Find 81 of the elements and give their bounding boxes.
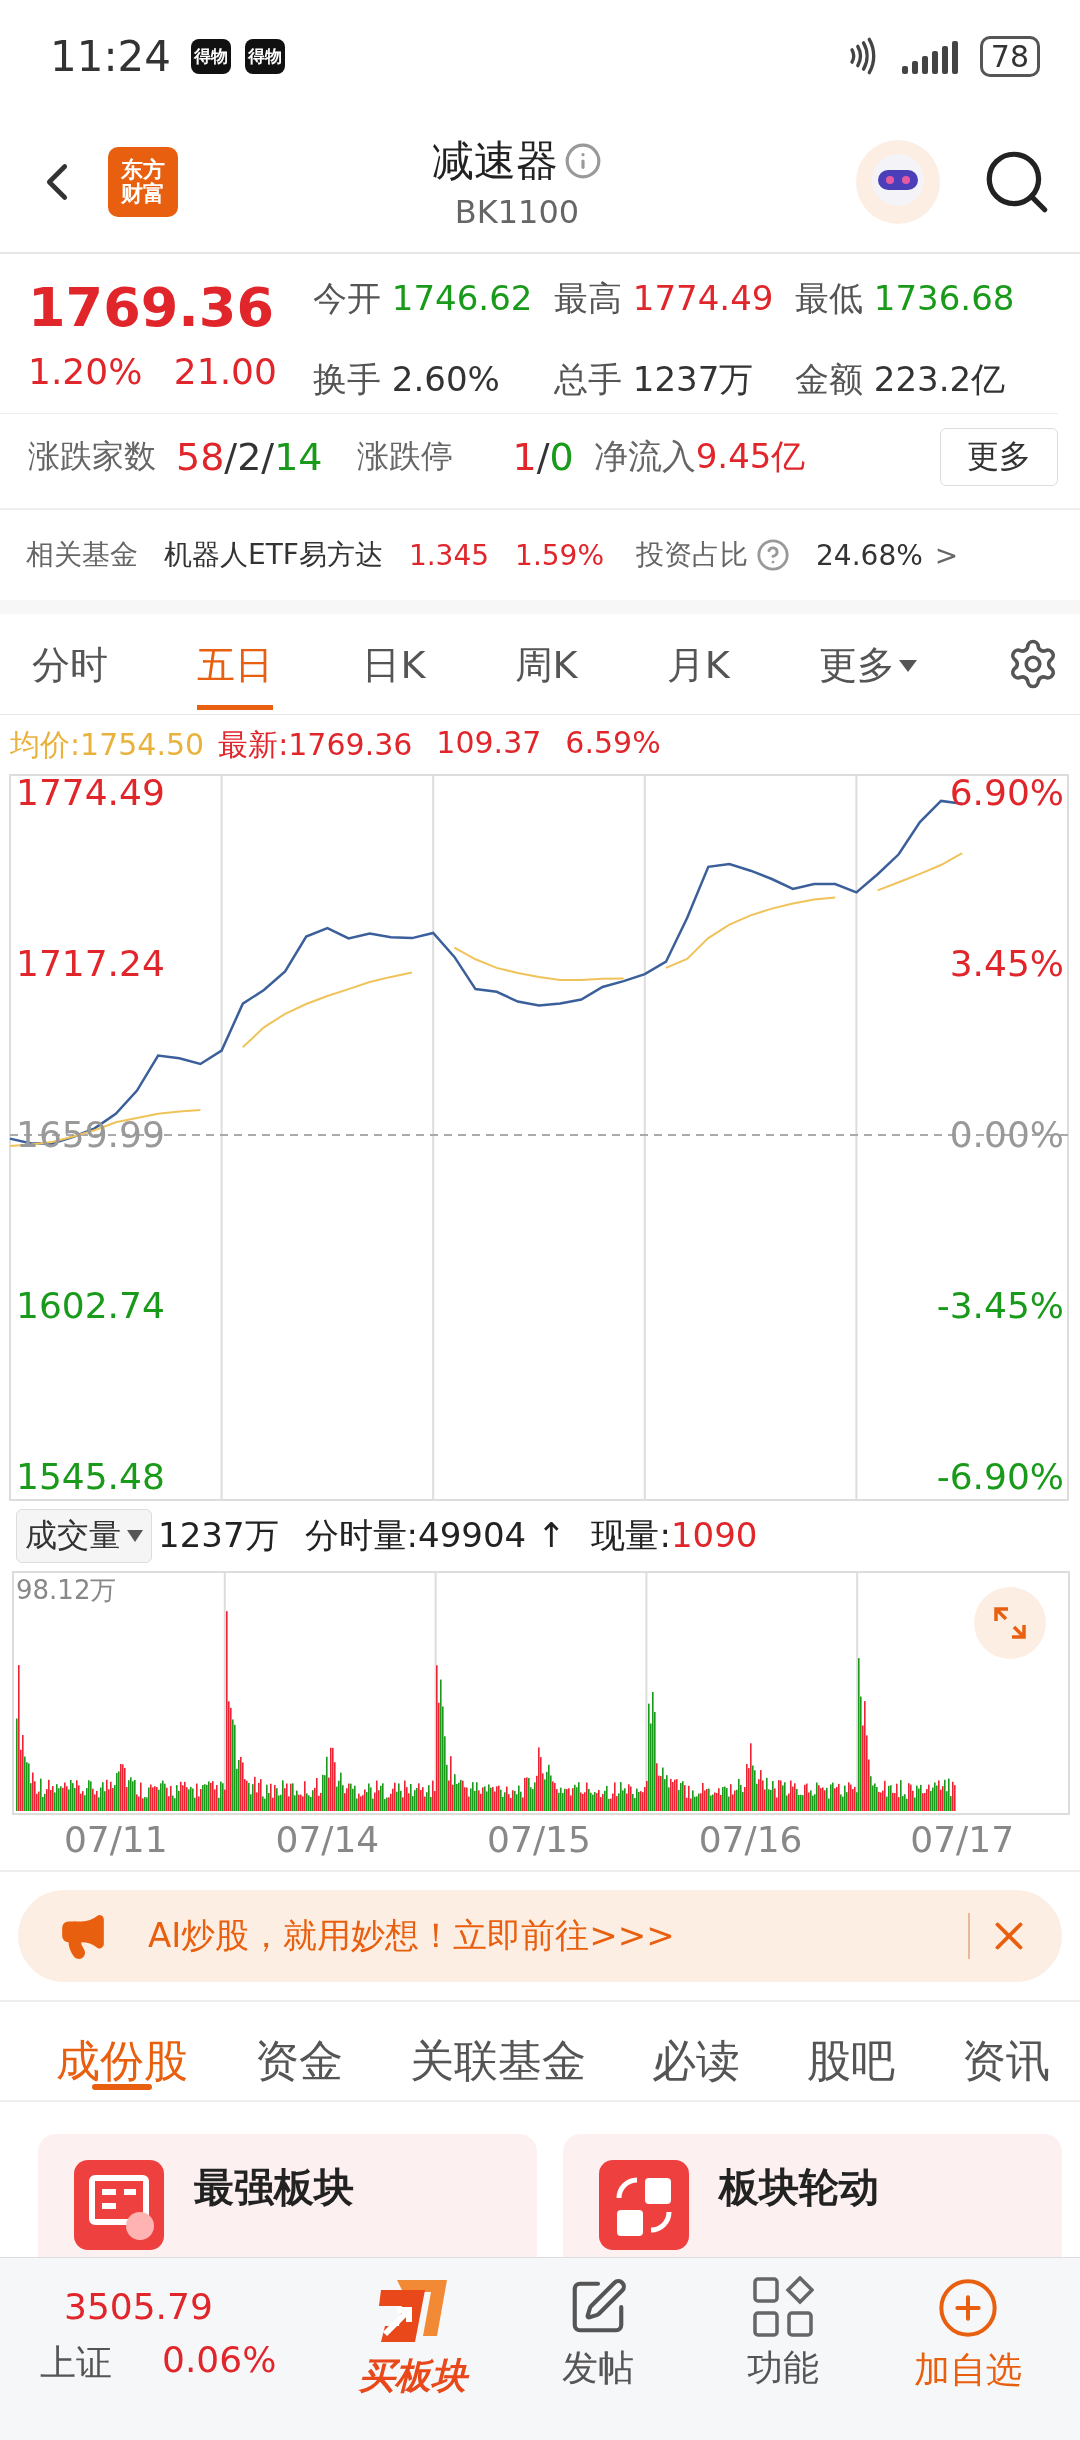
change-value: 109.37 xyxy=(436,725,542,762)
index-name: 上证 xyxy=(40,2341,112,2385)
card-title: 板块轮动 xyxy=(719,2163,879,2212)
quote-stat: 总手 1237万 xyxy=(554,358,755,401)
caret-icon xyxy=(127,1530,143,1542)
fund-price: 1.345 xyxy=(408,538,490,572)
bottom-nav-item[interactable]: 发帖 xyxy=(505,2258,690,2440)
status-time: 11:24 xyxy=(50,31,172,81)
section-tab[interactable]: 关联基金 xyxy=(409,2002,586,2100)
volume-total: 1237万 xyxy=(158,1514,279,1557)
section-tab[interactable]: 股吧 xyxy=(807,2002,896,2100)
percent-label: 3.45% xyxy=(949,943,1064,985)
banner-text: AI炒股，就用妙想！立即前往>>> xyxy=(148,1914,676,1957)
app-badge: 得物 xyxy=(245,38,286,74)
section-tab[interactable]: 资讯 xyxy=(962,2002,1050,2100)
quote-stat: 最低 1736.68 xyxy=(795,277,1016,320)
index-change: 0.06% xyxy=(162,2339,277,2382)
caret-icon xyxy=(898,659,917,672)
tick-volume: 分时量:49904 ↑ xyxy=(304,1514,566,1557)
section-tab[interactable]: 必读 xyxy=(652,2002,741,2100)
percent-label: 6.90% xyxy=(949,774,1064,814)
volume-max-label: 98.12万 xyxy=(16,1574,117,1607)
y-axis-label: 1545.48 xyxy=(16,1455,165,1497)
board-code: BK1100 xyxy=(454,193,580,231)
limit-label: 涨跌停 xyxy=(356,436,453,477)
rotation-icon xyxy=(599,2160,689,2250)
change-percent: 6.59% xyxy=(565,725,661,762)
card-title: 最强板块 xyxy=(194,2163,354,2212)
y-axis-label: 1774.49 xyxy=(16,774,165,814)
board-icon xyxy=(74,2160,164,2250)
fund-name[interactable]: 机器人ETF易方达 xyxy=(164,536,383,574)
feature-card[interactable]: 板块轮动 xyxy=(563,2134,1062,2257)
volume-selector[interactable]: 成交量 xyxy=(16,1509,152,1563)
tab-underline xyxy=(92,2084,152,2090)
info-icon[interactable] xyxy=(564,142,602,180)
breadth-value: 58/2/14 xyxy=(176,435,323,479)
chevron-glyph[interactable]: > xyxy=(934,538,959,572)
date-label: 07/14 xyxy=(275,1819,380,1860)
price-change: 1.20% 21.00 xyxy=(28,350,278,392)
quote-stat: 最高 1774.49 xyxy=(554,277,775,320)
average-price: 均价:1754.50 xyxy=(10,726,205,764)
net-inflow: 净流入9.45亿 xyxy=(593,435,806,478)
chart-tab[interactable]: 分时 xyxy=(32,618,108,710)
bottom-nav-item[interactable]: 功能 xyxy=(690,2258,875,2440)
section-tab[interactable]: 资金 xyxy=(254,2002,343,2100)
current-volume: 现量:1090 xyxy=(591,1514,758,1557)
chart-tab[interactable]: 周K xyxy=(514,618,578,710)
percent-label: -6.90% xyxy=(936,1455,1064,1497)
limit-value: 1/0 xyxy=(512,435,574,479)
y-axis-label: 1717.24 xyxy=(16,943,165,985)
breadth-label: 涨跌家数 xyxy=(28,436,156,477)
app-badge: 得物 xyxy=(191,38,232,74)
fund-label: 相关基金 xyxy=(26,537,138,573)
date-label: 07/17 xyxy=(910,1819,1015,1860)
bottom-nav-item[interactable]: 买板块 xyxy=(320,2258,505,2440)
chart-tab[interactable]: 更多 xyxy=(818,618,917,710)
date-label: 07/15 xyxy=(487,1819,591,1860)
quote-stat: 金额 223.2亿 xyxy=(795,358,1007,401)
share-value: 24.68% xyxy=(816,538,923,572)
fund-change: 1.59% xyxy=(515,538,605,572)
latest-price: 最新:1769.36 xyxy=(218,726,413,764)
percent-label: 0.00% xyxy=(949,1114,1064,1156)
page-title: 减速器 xyxy=(432,135,558,187)
robot-avatar-icon[interactable] xyxy=(856,140,940,224)
app-logo: 东方 财富 xyxy=(108,147,178,217)
current-price: 1769.36 xyxy=(28,276,275,339)
index-value: 3505.79 xyxy=(64,2286,214,2327)
battery-level: 78 xyxy=(979,35,1040,77)
date-label: 07/16 xyxy=(698,1819,803,1860)
apps-icon xyxy=(751,2276,814,2338)
date-label: 07/11 xyxy=(63,1819,168,1860)
quote-stat: 换手 2.60% xyxy=(313,358,501,401)
help-icon[interactable] xyxy=(756,538,791,572)
more-button[interactable]: 更多 xyxy=(940,428,1058,486)
chart-tab[interactable]: 月K xyxy=(666,618,730,710)
chart-tab[interactable]: 日K xyxy=(362,618,426,710)
share-label: 投资占比 xyxy=(636,537,749,573)
feature-card[interactable]: 最强板块 xyxy=(38,2134,537,2257)
percent-label: -3.45% xyxy=(936,1284,1064,1326)
y-axis-label: 1602.74 xyxy=(16,1284,165,1326)
quote-stat: 今开 1746.62 xyxy=(313,277,534,320)
